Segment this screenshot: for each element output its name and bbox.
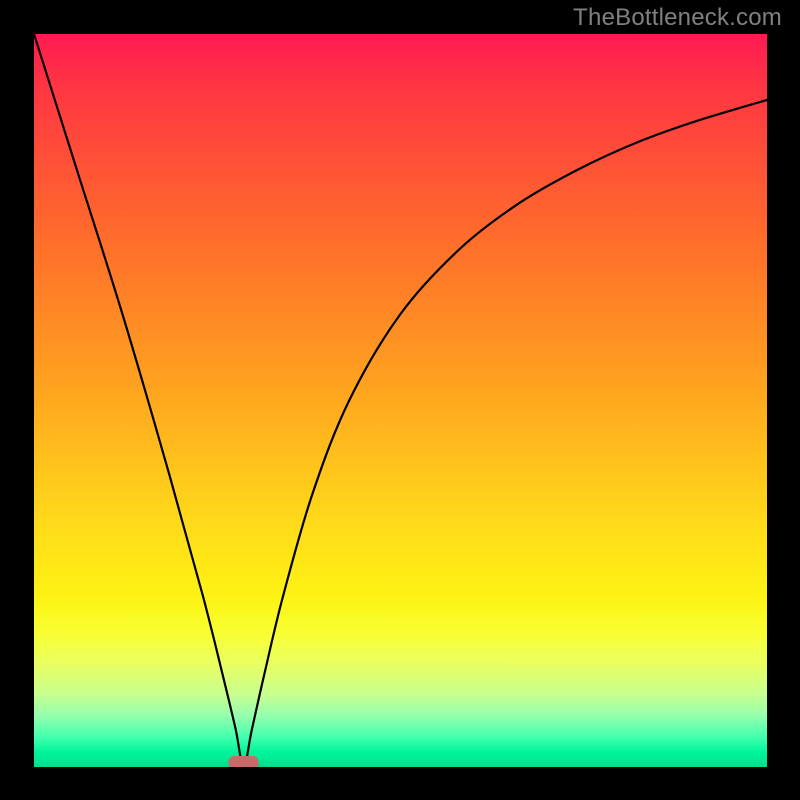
bottleneck-curve xyxy=(34,34,767,767)
min-marker-pill xyxy=(229,756,259,767)
chart-container: TheBottleneck.com xyxy=(0,0,800,800)
plot-svg xyxy=(34,34,767,767)
watermark-text: TheBottleneck.com xyxy=(573,4,782,32)
